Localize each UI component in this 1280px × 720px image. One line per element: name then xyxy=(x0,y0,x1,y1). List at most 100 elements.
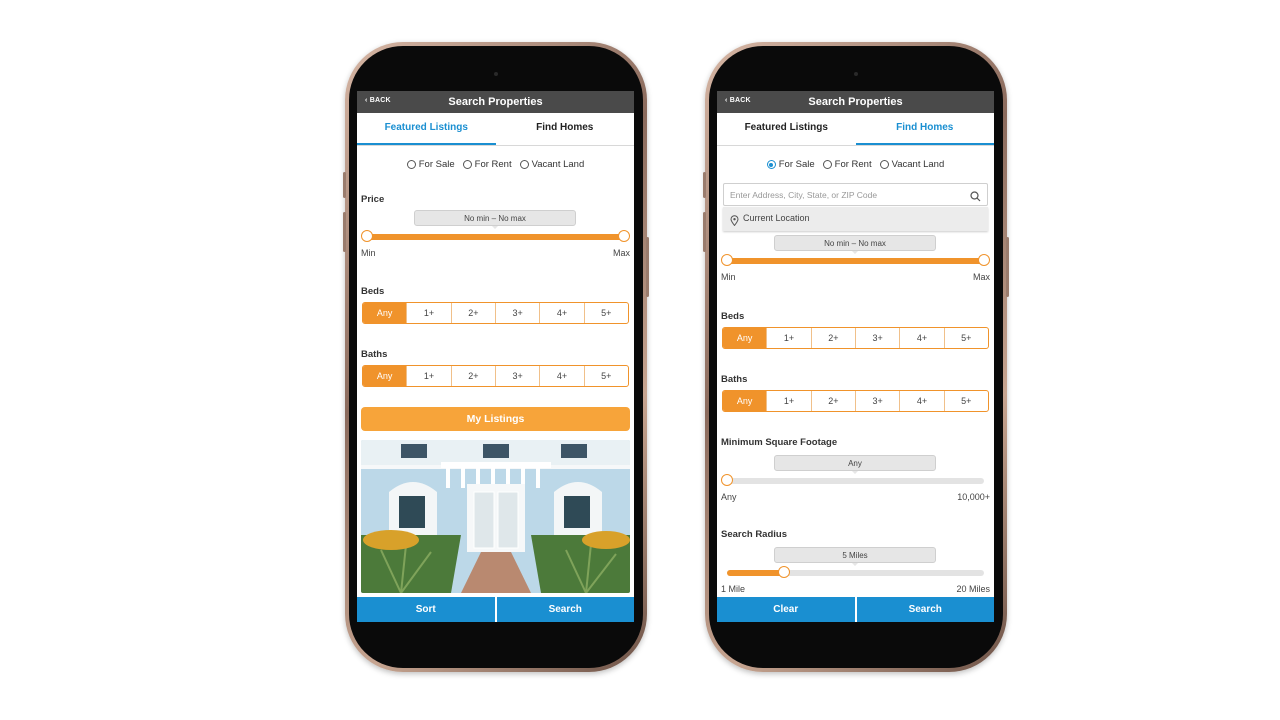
baths-option[interactable]: 4+ xyxy=(539,366,583,386)
volume-button xyxy=(703,172,706,198)
back-button[interactable]: ‹ BACK xyxy=(725,97,751,104)
tab-featured-listings[interactable]: Featured Listings xyxy=(357,113,496,145)
radio-for-sale[interactable]: For Sale xyxy=(766,159,815,170)
sort-button[interactable]: Sort xyxy=(357,597,497,622)
price-slider[interactable] xyxy=(361,230,630,242)
radius-value-pill: 5 Miles xyxy=(774,547,936,566)
price-slider-fill xyxy=(727,258,984,264)
volume-button xyxy=(343,172,346,198)
nav-bar: ‹ BACK Search Properties xyxy=(717,91,994,113)
radio-circle-icon xyxy=(822,160,832,169)
beds-option[interactable]: 1+ xyxy=(406,303,450,323)
price-slider-fill xyxy=(367,234,624,240)
baths-option[interactable]: 5+ xyxy=(583,366,628,386)
price-max-label: Max xyxy=(612,248,630,258)
my-listings-button[interactable]: My Listings xyxy=(361,407,630,431)
back-button[interactable]: ‹ BACK xyxy=(365,97,391,104)
beds-option[interactable]: Any xyxy=(723,328,767,348)
address-search-input[interactable]: Enter Address, City, State, or ZIP Code xyxy=(723,183,988,206)
price-range-labels: Min Max xyxy=(721,272,990,282)
radio-label: Vacant Land xyxy=(891,159,945,170)
search-button[interactable]: Search xyxy=(856,597,994,622)
location-pin-icon xyxy=(730,213,739,231)
baths-option[interactable]: 1+ xyxy=(406,366,450,386)
sqft-value-pill: Any xyxy=(774,455,936,474)
radio-label: For Sale xyxy=(778,159,815,170)
tab-find-homes[interactable]: Find Homes xyxy=(496,113,635,145)
beds-option[interactable]: 3+ xyxy=(854,328,899,348)
current-location-option[interactable]: Current Location xyxy=(723,207,988,231)
price-min-handle[interactable] xyxy=(361,230,373,242)
camera-dot xyxy=(494,72,498,76)
radio-circle-icon xyxy=(519,160,529,169)
sqft-slider[interactable] xyxy=(721,474,984,486)
baths-option[interactable]: 3+ xyxy=(854,391,899,411)
price-value-pill: No min – No max xyxy=(414,210,576,229)
listing-type-radios: For Sale For Rent Vacant Land xyxy=(717,159,994,170)
sqft-range-labels: Any 10,000+ xyxy=(721,492,990,502)
radio-label: Vacant Land xyxy=(531,159,585,170)
beds-option[interactable]: 5+ xyxy=(943,328,988,348)
radio-circle-icon xyxy=(462,160,472,169)
baths-label: Baths xyxy=(361,349,388,360)
beds-option[interactable]: 4+ xyxy=(539,303,583,323)
beds-option[interactable]: 2+ xyxy=(810,328,855,348)
price-min-handle[interactable] xyxy=(721,254,733,266)
sqft-max-label: 10,000+ xyxy=(957,492,990,502)
search-icon[interactable] xyxy=(970,189,981,207)
power-button xyxy=(646,237,649,297)
tab-bar: Featured Listings Find Homes xyxy=(717,113,994,146)
baths-option[interactable]: 2+ xyxy=(810,391,855,411)
tab-featured-listings[interactable]: Featured Listings xyxy=(717,113,856,145)
price-min-label: Min xyxy=(721,272,736,282)
baths-option[interactable]: 4+ xyxy=(899,391,943,411)
beds-option[interactable]: 5+ xyxy=(583,303,628,323)
price-max-handle[interactable] xyxy=(618,230,630,242)
tab-find-homes[interactable]: Find Homes xyxy=(855,113,994,145)
radio-label: For Sale xyxy=(418,159,455,170)
baths-option[interactable]: Any xyxy=(723,391,767,411)
beds-option[interactable]: Any xyxy=(363,303,407,323)
radius-label: Search Radius xyxy=(721,529,787,540)
radio-label: For Rent xyxy=(474,159,512,170)
beds-selector: Any 1+ 2+ 3+ 4+ 5+ xyxy=(362,302,629,324)
radio-circle-icon xyxy=(879,160,889,169)
power-button xyxy=(1006,237,1009,297)
featured-listing-photo[interactable] xyxy=(361,440,630,593)
house-photo-image xyxy=(361,440,630,593)
baths-option[interactable]: 3+ xyxy=(494,366,539,386)
radio-for-rent[interactable]: For Rent xyxy=(462,159,512,170)
back-label: BACK xyxy=(369,97,391,104)
beds-option[interactable]: 4+ xyxy=(899,328,943,348)
baths-option[interactable]: 1+ xyxy=(766,391,810,411)
radius-min-label: 1 Mile xyxy=(721,584,746,594)
search-placeholder: Enter Address, City, State, or ZIP Code xyxy=(730,190,878,200)
page-title: Search Properties xyxy=(448,96,543,108)
radius-slider[interactable] xyxy=(727,566,984,578)
radius-slider-fill xyxy=(727,570,784,576)
tab-bar: Featured Listings Find Homes xyxy=(357,113,634,146)
radio-for-rent[interactable]: For Rent xyxy=(822,159,872,170)
sqft-handle[interactable] xyxy=(721,474,733,486)
camera-dot xyxy=(854,72,858,76)
clear-button[interactable]: Clear xyxy=(717,597,857,622)
listing-type-radios: For Sale For Rent Vacant Land xyxy=(357,159,634,170)
radio-circle-icon xyxy=(406,160,416,169)
beds-option[interactable]: 2+ xyxy=(450,303,495,323)
radius-handle[interactable] xyxy=(777,566,790,578)
search-button[interactable]: Search xyxy=(496,597,634,622)
price-slider[interactable] xyxy=(721,254,990,266)
back-label: BACK xyxy=(729,97,751,104)
beds-option[interactable]: 3+ xyxy=(494,303,539,323)
radio-for-sale[interactable]: For Sale xyxy=(406,159,455,170)
sqft-label: Minimum Square Footage xyxy=(721,437,838,448)
radio-vacant-land[interactable]: Vacant Land xyxy=(879,159,945,170)
baths-option[interactable]: Any xyxy=(363,366,407,386)
baths-option[interactable]: 5+ xyxy=(943,391,988,411)
radio-vacant-land[interactable]: Vacant Land xyxy=(519,159,585,170)
beds-option[interactable]: 1+ xyxy=(766,328,810,348)
baths-option[interactable]: 2+ xyxy=(450,366,495,386)
price-max-handle[interactable] xyxy=(978,254,990,266)
baths-selector: Any 1+ 2+ 3+ 4+ 5+ xyxy=(722,390,989,412)
price-value-pill: No min – No max xyxy=(774,235,936,254)
